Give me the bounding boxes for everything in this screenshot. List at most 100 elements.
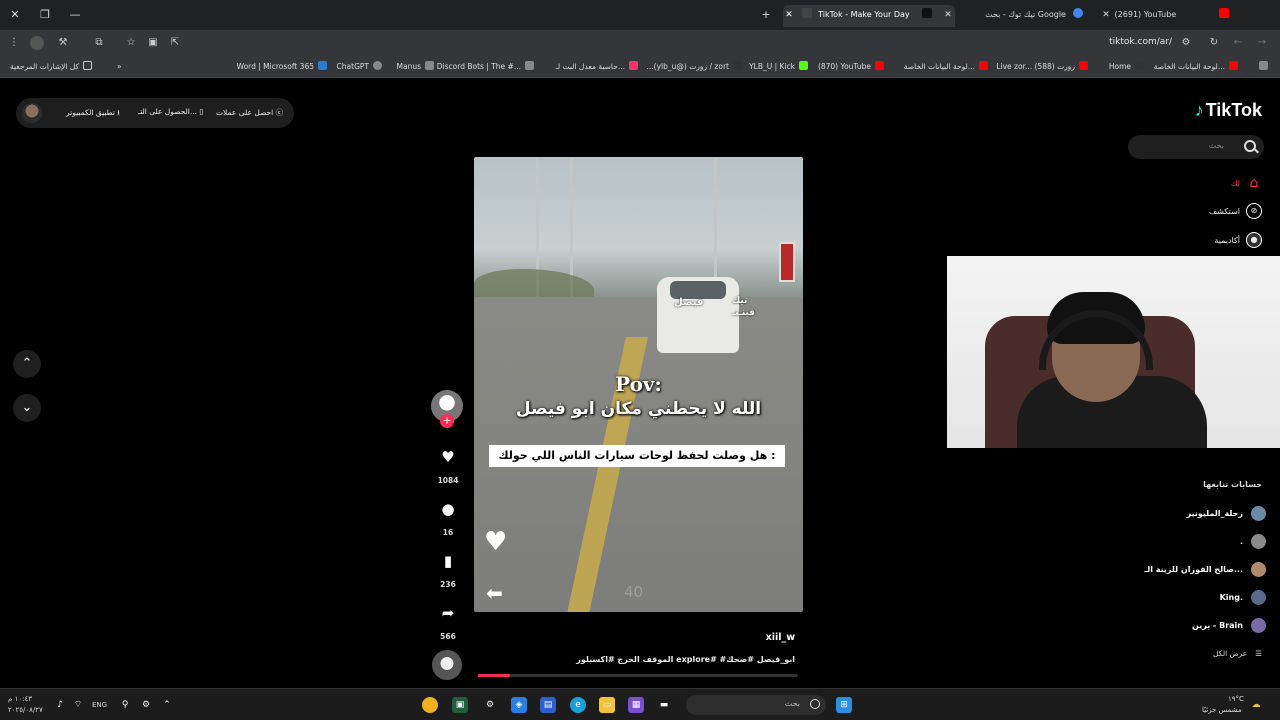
video-progress[interactable] [478,674,798,677]
tab-title: تيك توك - بحث Google [985,10,1066,19]
tiktok-favicon-icon [801,8,812,18]
edge-icon[interactable]: e [570,697,586,713]
tiktok-logo[interactable]: ♪ TikTok [1195,100,1262,121]
weather-icon[interactable]: ☁ [1248,697,1264,713]
app-icon[interactable]: ▬ [656,697,672,713]
app-icon[interactable]: ▦ [628,697,644,713]
site-settings-icon[interactable]: ⚙ [1179,36,1193,50]
restore-window-icon[interactable]: ❐ [37,7,53,23]
like-button[interactable]: ♥ [435,444,461,470]
language-indicator[interactable]: ENG [92,701,107,709]
apps-icon [1259,61,1268,70]
screenshot-icon[interactable]: ▣ [146,36,160,50]
back-icon[interactable]: ← [1231,36,1245,50]
reload-icon[interactable]: ↻ [1207,36,1221,50]
bookmark-item[interactable]: لوحة البيانات الخاصة... [904,61,988,73]
browser-titlebar: ✕ ❐ — + ✕ TikTok - Make Your Day ✕ تيك ت… [0,0,1280,30]
share-icon[interactable]: ⇱ [168,36,182,50]
bookmark-item[interactable]: Live zor... (588) زورت [996,61,1088,73]
app-icon[interactable]: ◈ [511,697,527,713]
bookmarks-overflow[interactable]: » [117,61,122,73]
search-icon[interactable] [1244,140,1256,152]
weather-temp[interactable]: ١٩°C [1228,695,1244,703]
bookmark-item[interactable]: YLB_U | Kick [749,61,808,73]
microphone-icon[interactable]: ⚲ [117,697,133,713]
chrome-icon[interactable] [422,697,438,713]
bookmark-item[interactable]: حاسبة معدل البت لـ... [556,61,638,73]
see-all-link[interactable]: عرض الكل ☰ [1213,649,1262,658]
tab-google-search[interactable]: ✕ تيك توك - بحث Google [942,5,1102,27]
get-app-button[interactable]: الحصول على التـ... ▯ [138,107,204,116]
bookmark-item[interactable]: ...(ylb_u@) زورت / zort [647,61,742,73]
tab-tiktok[interactable]: ✕ TikTok - Make Your Day [783,5,955,27]
address-bar[interactable]: tiktok.com/ar/ [1109,37,1172,47]
following-title: حسابات تتابعها [1203,480,1262,489]
file-explorer-icon[interactable]: ▭ [599,697,615,713]
forward-icon[interactable]: → [1255,36,1269,50]
bookmark-item[interactable]: Word | Microsoft 365 [237,61,327,73]
clock-time[interactable]: ١٠:٤٣ م [8,695,32,703]
bookmark-item[interactable]: Manus [397,61,434,73]
share-button[interactable]: ➦ [435,600,461,626]
close-tab-icon[interactable]: ✕ [942,5,954,25]
speaker-icon[interactable]: ♪ [52,697,68,713]
follow-button[interactable]: + [440,414,454,428]
bookmark-item[interactable] [1255,61,1268,73]
minimize-window-icon[interactable]: — [67,7,83,23]
bookmark-item[interactable]: ChatGPT [337,61,382,73]
new-tab-icon[interactable]: + [758,7,774,23]
next-video-button[interactable]: ⌄ [13,394,41,422]
discord-icon [525,61,534,70]
close-tab-icon[interactable]: ✕ [783,5,795,25]
nav-live[interactable]: أكاديمية ● [1214,231,1262,249]
video-player[interactable]: فيصل تيك فينـتـ Pov: الله لا يحطني مكان ا… [474,157,803,612]
close-window-icon[interactable]: ✕ [7,7,23,23]
chevron-up-icon[interactable]: ⌃ [159,697,175,713]
close-tab-icon[interactable]: ✕ [1100,5,1112,25]
get-coins-button[interactable]: احصل على عملات ⓒ [216,107,283,118]
search-placeholder: بحث [1208,141,1224,150]
following-account[interactable]: King. [1220,588,1266,606]
puzzle-icon[interactable]: ⧉ [92,36,106,50]
tab-youtube[interactable]: ✕ (2691) YouTube [1100,5,1250,27]
bookmark-item[interactable]: (870) YouTube [818,61,884,73]
app-icon[interactable]: ▣ [452,697,468,713]
taskbar-search[interactable]: بحث [686,695,826,715]
youtube-icon [979,61,988,70]
following-account[interactable]: . [1240,532,1266,550]
youtube-icon [875,61,884,70]
bookmark-item[interactable]: Discord Bots | The #... [437,61,534,73]
nav-for-you[interactable]: لك ⌂ [1231,174,1262,192]
extensions-icon[interactable]: ⚒ [56,36,70,50]
following-account[interactable]: صالح الفوزان للزينة الـ... [1144,560,1266,578]
weather-text[interactable]: مشمس جزئيًا [1202,706,1242,714]
video-text-box: هل وصلت لحفظ لوحات سيارات الناس اللي حول… [489,445,785,467]
nav-explore[interactable]: استكشف ⊘ [1209,202,1262,220]
bookmark-button[interactable]: ▮ [435,548,461,574]
comment-count: 16 [442,528,454,537]
bookmark-item[interactable]: لوحة البيانات الخاصة... [1154,61,1238,73]
home-icon: ⌂ [1249,175,1259,191]
network-icon[interactable]: ⌔ [70,697,86,713]
star-icon[interactable]: ☆ [124,36,138,50]
comment-button[interactable]: ● [435,496,461,522]
search-input[interactable]: بحث [1128,135,1264,159]
settings-icon[interactable]: ⚙ [482,697,498,713]
following-account[interactable]: برين - Brain [1192,616,1266,634]
avatar[interactable] [22,103,42,123]
previous-video-button[interactable]: ⌃ [13,350,41,378]
following-account[interactable]: رحلة_المليونير [1187,504,1266,522]
bookmark-all[interactable]: كل الإشارات المرجعية [10,61,93,73]
music-disc-icon[interactable] [432,650,462,680]
clock-date[interactable]: ٢٠٢٥/٠٨/٢٧ [8,706,43,714]
start-icon[interactable]: ⊞ [836,697,852,713]
desktop-app-button[interactable]: تطبيق الكمبيوتر ⭳ [66,107,120,120]
webcam-overlay [947,256,1280,448]
menu-icon[interactable]: ⋮ [7,36,21,50]
video-author[interactable]: xiil_w [766,632,795,643]
bookmark-item[interactable]: Home [1109,61,1144,73]
profile-icon[interactable] [30,36,44,50]
live-icon: ● [1246,232,1262,248]
store-icon[interactable]: ▤ [540,697,556,713]
tray-app-icon[interactable]: ⚙ [138,697,154,713]
